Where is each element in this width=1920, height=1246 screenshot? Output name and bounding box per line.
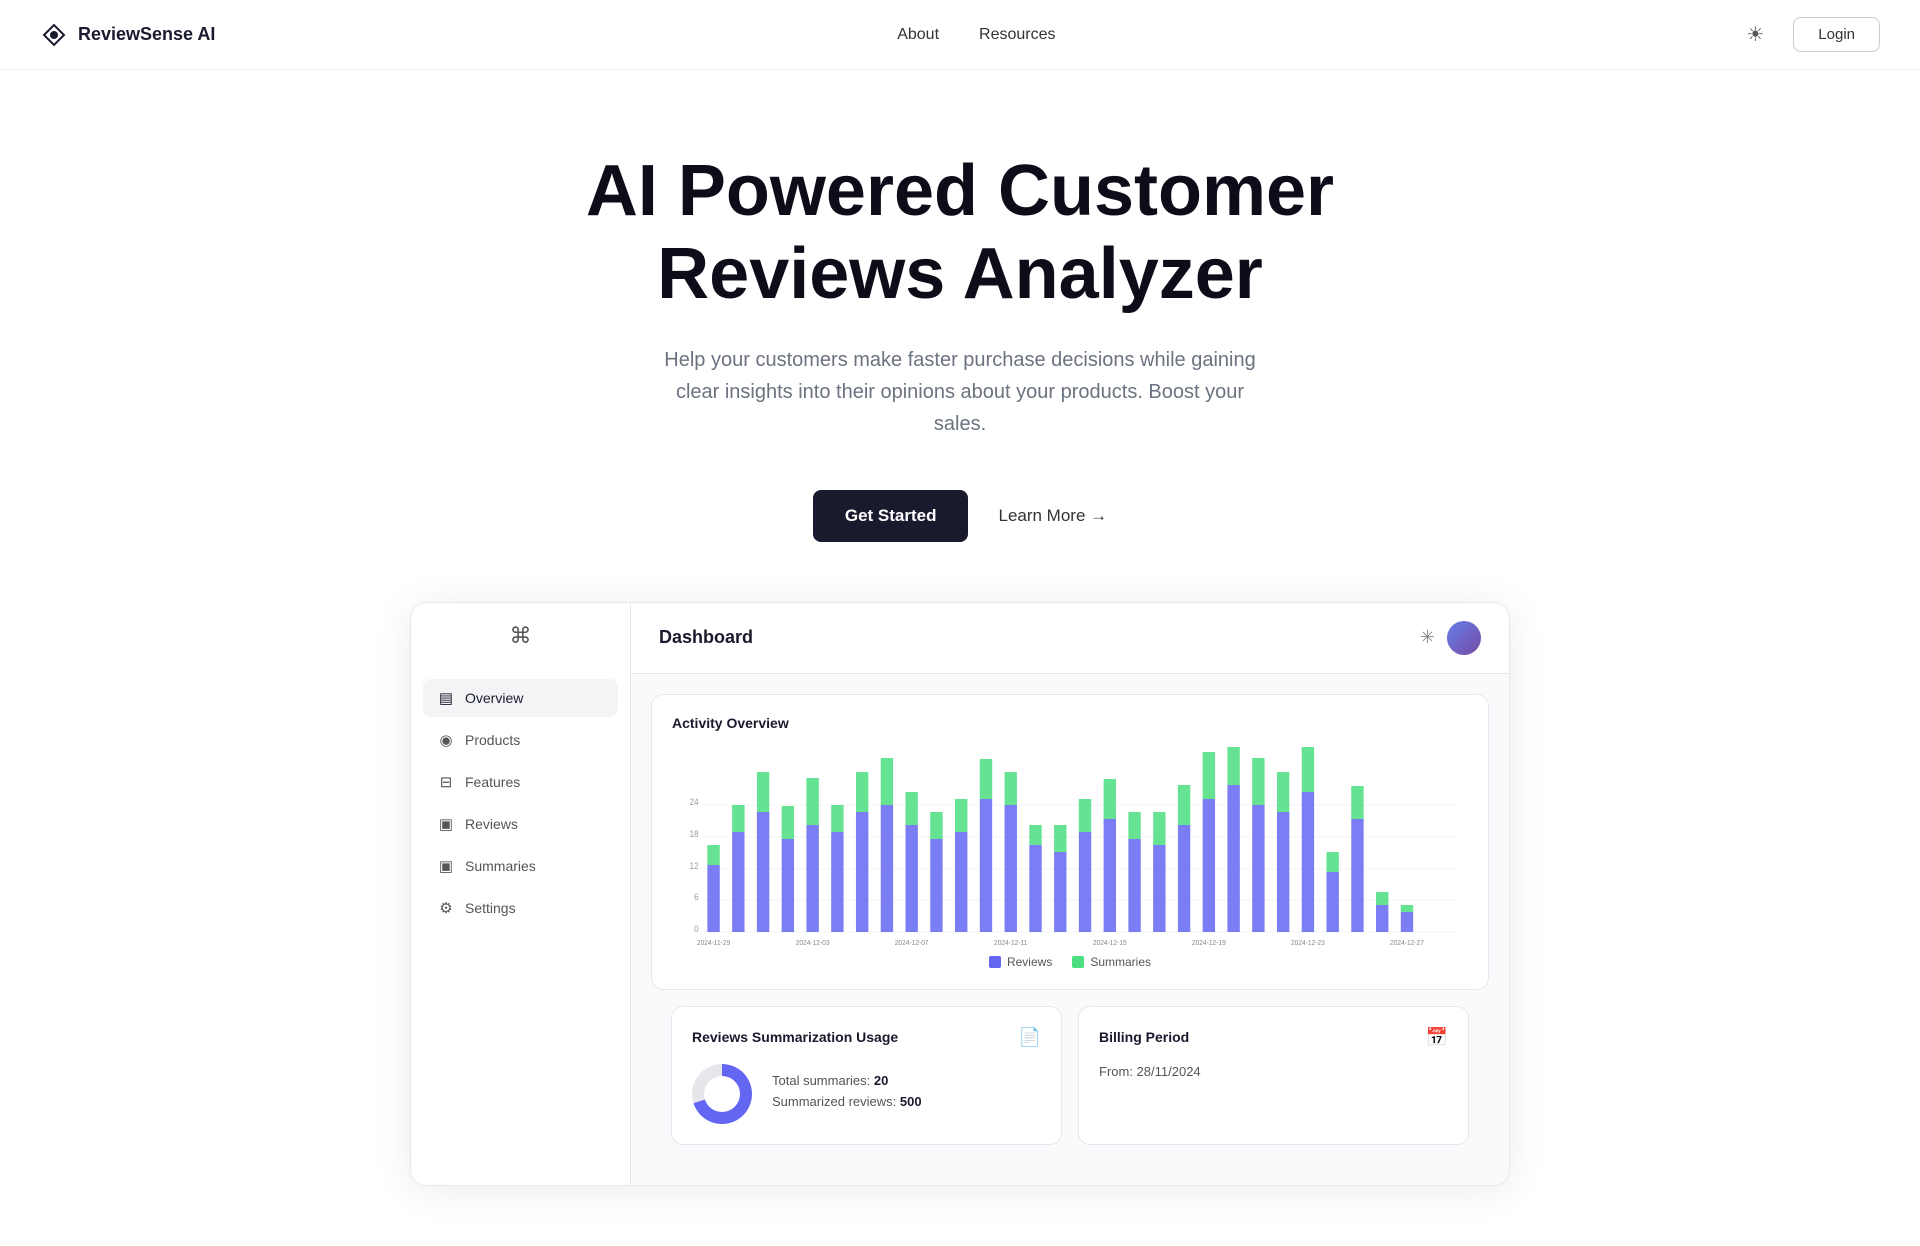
total-summaries-value: 20 [874, 1073, 888, 1088]
reviews-icon: ▣ [437, 815, 455, 833]
nav-resources[interactable]: Resources [979, 26, 1055, 44]
header-right: ☀ Login [1737, 17, 1880, 53]
svg-text:2024-12-19: 2024-12-19 [1192, 939, 1226, 946]
logo-icon [40, 21, 68, 49]
billing-card-header: Billing Period 📅 [1099, 1027, 1448, 1048]
sidebar-item-settings[interactable]: ⚙ Settings [423, 889, 618, 927]
get-started-button[interactable]: Get Started [813, 490, 969, 542]
billing-card-icon: 📅 [1426, 1027, 1448, 1048]
sidebar-label-settings: Settings [465, 900, 516, 916]
overview-icon: ▤ [437, 689, 455, 707]
hero-subtitle: Help your customers make faster purchase… [660, 344, 1260, 440]
features-icon: ⊟ [437, 773, 455, 791]
sidebar-label-summaries: Summaries [465, 858, 536, 874]
legend-reviews: Reviews [989, 955, 1052, 969]
chart-title: Activity Overview [672, 715, 1468, 731]
sidebar-label-products: Products [465, 732, 520, 748]
summarized-reviews-row: Summarized reviews: 500 [772, 1094, 922, 1109]
usage-card-icon: 📄 [1019, 1027, 1041, 1048]
svg-text:6: 6 [694, 891, 699, 902]
sidebar: ⌘ ▤ Overview ◉ Products ⊟ Features ▣ Rev… [411, 603, 631, 1185]
svg-text:2024-12-03: 2024-12-03 [796, 939, 830, 946]
dashboard-header: Dashboard ✳ [631, 603, 1509, 674]
sidebar-item-summaries[interactable]: ▣ Summaries [423, 847, 618, 885]
svg-text:18: 18 [690, 828, 699, 839]
svg-text:2024-12-15: 2024-12-15 [1093, 939, 1127, 946]
dashboard-title: Dashboard [659, 627, 753, 648]
billing-card-title: Billing Period [1099, 1029, 1189, 1045]
summaries-icon: ▣ [437, 857, 455, 875]
sidebar-item-overview[interactable]: ▤ Overview [423, 679, 618, 717]
dashboard-settings-icon[interactable]: ✳ [1420, 627, 1435, 648]
sidebar-label-reviews: Reviews [465, 816, 518, 832]
legend-summaries: Summaries [1072, 955, 1151, 969]
total-summaries-label: Total summaries: [772, 1073, 870, 1088]
legend-reviews-dot [989, 956, 1001, 968]
user-avatar[interactable] [1447, 621, 1481, 655]
svg-text:12: 12 [690, 860, 699, 871]
logo[interactable]: ReviewSense AI [40, 21, 215, 49]
usage-card: Reviews Summarization Usage 📄 Total summ… [671, 1006, 1062, 1145]
chart-svg: 0 6 12 18 24 [672, 747, 1468, 947]
legend-summaries-dot [1072, 956, 1084, 968]
total-summaries-row: Total summaries: 20 [772, 1073, 922, 1088]
billing-from-label: From: 28/11/2024 [1099, 1064, 1201, 1079]
dashboard-header-actions: ✳ [1420, 621, 1481, 655]
chart-legend: Reviews Summaries [672, 955, 1468, 969]
dashboard-preview: ⌘ ▤ Overview ◉ Products ⊟ Features ▣ Rev… [0, 602, 1920, 1246]
svg-text:2024-12-27: 2024-12-27 [1390, 939, 1424, 946]
sidebar-item-features[interactable]: ⊟ Features [423, 763, 618, 801]
header: ReviewSense AI About Resources ☀ Login [0, 0, 1920, 70]
sidebar-nav: ▤ Overview ◉ Products ⊟ Features ▣ Revie… [411, 679, 630, 927]
learn-more-button[interactable]: Learn More → [998, 506, 1107, 526]
logo-text: ReviewSense AI [78, 24, 215, 45]
donut-chart [692, 1064, 752, 1124]
login-button[interactable]: Login [1793, 17, 1880, 52]
dashboard-container: ⌘ ▤ Overview ◉ Products ⊟ Features ▣ Rev… [410, 602, 1510, 1186]
summarized-reviews-label: Summarized reviews: [772, 1094, 896, 1109]
usage-stats: Total summaries: 20 Summarized reviews: … [772, 1073, 922, 1115]
legend-reviews-label: Reviews [1007, 955, 1052, 969]
billing-from-row: From: 28/11/2024 [1099, 1064, 1448, 1079]
bottom-cards: Reviews Summarization Usage 📄 Total summ… [651, 1006, 1489, 1165]
svg-text:2024-12-23: 2024-12-23 [1291, 939, 1325, 946]
billing-card: Billing Period 📅 From: 28/11/2024 [1078, 1006, 1469, 1145]
sidebar-item-reviews[interactable]: ▣ Reviews [423, 805, 618, 843]
main-content: Dashboard ✳ Activity Overview 0 6 12 [631, 603, 1509, 1185]
activity-chart-card: Activity Overview 0 6 12 18 24 [651, 694, 1489, 990]
svg-text:0: 0 [694, 923, 699, 934]
svg-text:24: 24 [690, 796, 699, 807]
nav-about[interactable]: About [897, 26, 939, 44]
sidebar-label-overview: Overview [465, 690, 523, 706]
summarized-reviews-value: 500 [900, 1094, 922, 1109]
hero-section: AI Powered Customer Reviews Analyzer Hel… [0, 70, 1920, 602]
donut-container: Total summaries: 20 Summarized reviews: … [692, 1064, 1041, 1124]
products-icon: ◉ [437, 731, 455, 749]
chart-container: Activity Overview 0 6 12 18 24 [631, 674, 1509, 1185]
svg-text:2024-12-11: 2024-12-11 [994, 939, 1027, 946]
main-nav: About Resources [897, 26, 1055, 44]
settings-icon: ⚙ [437, 899, 455, 917]
legend-summaries-label: Summaries [1090, 955, 1151, 969]
svg-text:2024-11-29: 2024-11-29 [697, 939, 730, 946]
hero-title: AI Powered Customer Reviews Analyzer [510, 150, 1410, 316]
usage-card-title: Reviews Summarization Usage [692, 1029, 898, 1045]
sidebar-item-products[interactable]: ◉ Products [423, 721, 618, 759]
sidebar-label-features: Features [465, 774, 520, 790]
svg-text:2024-12-07: 2024-12-07 [895, 939, 929, 946]
hero-buttons: Get Started Learn More → [813, 490, 1107, 542]
usage-card-header: Reviews Summarization Usage 📄 [692, 1027, 1041, 1048]
theme-toggle-button[interactable]: ☀ [1737, 17, 1773, 53]
sidebar-logo-icon: ⌘ [510, 623, 532, 649]
bar-chart: 0 6 12 18 24 [672, 747, 1468, 947]
